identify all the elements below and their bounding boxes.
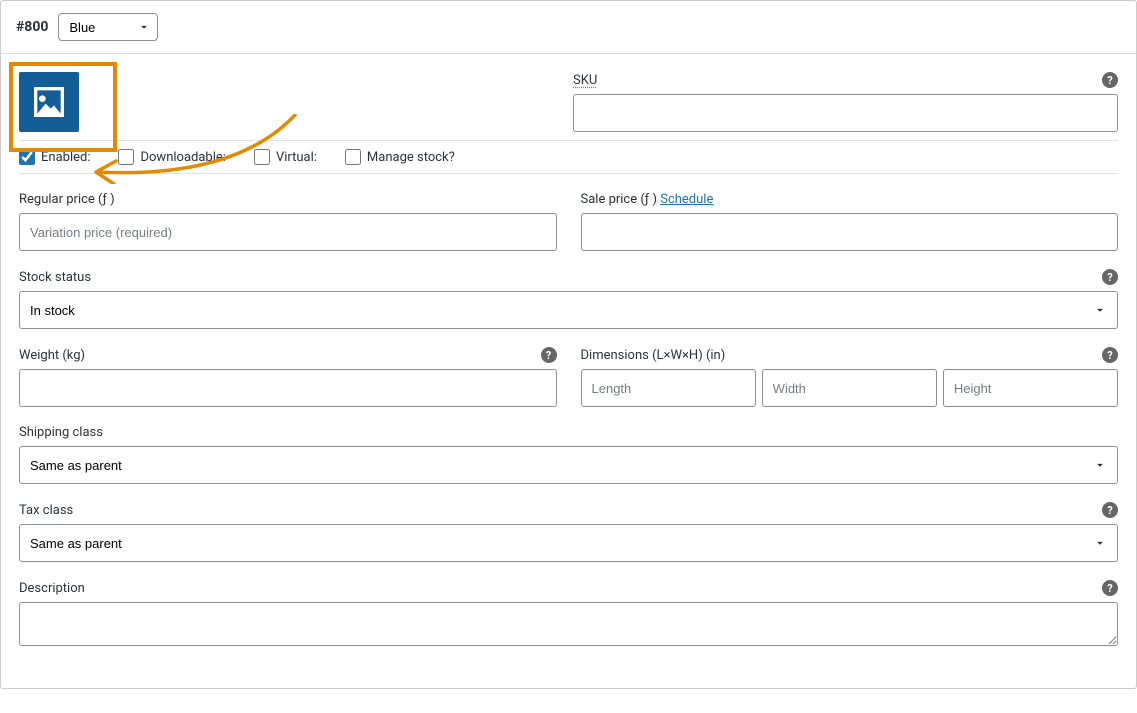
sale-price-input[interactable] [581, 213, 1119, 251]
downloadable-checkbox[interactable] [118, 149, 134, 165]
variation-body: SKU ? Enabled: Downloadable: Virtual: [1, 54, 1136, 688]
regular-price-col: Regular price (ƒ ) [19, 192, 557, 251]
shipping-class-label: Shipping class [19, 425, 103, 440]
attribute-select[interactable]: Blue [58, 13, 158, 41]
manage-stock-checkbox[interactable] [345, 149, 361, 165]
sku-label: SKU [573, 73, 597, 88]
sku-column: SKU ? [103, 72, 1118, 132]
checkbox-row: Enabled: Downloadable: Virtual: Manage s… [19, 140, 1118, 174]
image-placeholder-icon [29, 82, 69, 122]
virtual-checkbox[interactable] [254, 149, 270, 165]
virtual-checkbox-label[interactable]: Virtual: [254, 149, 317, 165]
description-textarea[interactable] [19, 602, 1118, 646]
sale-price-col: Sale price (ƒ ) Schedule [581, 192, 1119, 251]
weight-label: Weight (kg) [19, 348, 85, 363]
downloadable-text: Downloadable: [140, 150, 225, 165]
regular-price-label: Regular price (ƒ ) [19, 192, 115, 207]
description-label: Description [19, 581, 85, 596]
help-icon[interactable]: ? [1102, 502, 1118, 518]
upload-image-button[interactable] [19, 72, 79, 132]
weight-col: Weight (kg) ? [19, 347, 557, 407]
help-icon[interactable]: ? [1102, 580, 1118, 596]
description-row: Description ? [19, 580, 1118, 650]
regular-price-input[interactable] [19, 213, 557, 251]
manage-stock-checkbox-label[interactable]: Manage stock? [345, 149, 455, 165]
enabled-text: Enabled: [41, 150, 90, 165]
schedule-link[interactable]: Schedule [660, 192, 713, 207]
dimensions-col: Dimensions (L×W×H) (in) ? [581, 347, 1119, 407]
help-icon[interactable]: ? [1102, 347, 1118, 363]
help-icon[interactable]: ? [1102, 269, 1118, 285]
variation-panel: #800 Blue SKU ? [0, 0, 1137, 689]
enabled-checkbox-label[interactable]: Enabled: [19, 149, 90, 165]
tax-class-label: Tax class [19, 503, 73, 518]
manage-stock-text: Manage stock? [367, 150, 455, 165]
tax-class-select[interactable]: Same as parent [19, 524, 1118, 562]
variation-header[interactable]: #800 Blue [1, 1, 1136, 54]
shipping-class-row: Shipping class Same as parent [19, 425, 1118, 484]
downloadable-checkbox-label[interactable]: Downloadable: [118, 149, 225, 165]
variation-image-box [19, 72, 79, 132]
stock-status-label: Stock status [19, 270, 91, 285]
sku-input[interactable] [573, 94, 1118, 132]
weight-input[interactable] [19, 369, 557, 407]
help-icon[interactable]: ? [1102, 72, 1118, 88]
virtual-text: Virtual: [276, 150, 317, 165]
sale-price-label: Sale price (ƒ ) [581, 192, 658, 207]
variation-id: #800 [16, 19, 48, 35]
width-input[interactable] [762, 369, 937, 407]
stock-status-row: Stock status ? In stock [19, 269, 1118, 329]
help-icon[interactable]: ? [541, 347, 557, 363]
enabled-checkbox[interactable] [19, 149, 35, 165]
height-input[interactable] [943, 369, 1118, 407]
length-input[interactable] [581, 369, 756, 407]
tax-class-row: Tax class ? Same as parent [19, 502, 1118, 562]
dimensions-label: Dimensions (L×W×H) (in) [581, 348, 726, 363]
stock-status-select[interactable]: In stock [19, 291, 1118, 329]
shipping-class-select[interactable]: Same as parent [19, 446, 1118, 484]
